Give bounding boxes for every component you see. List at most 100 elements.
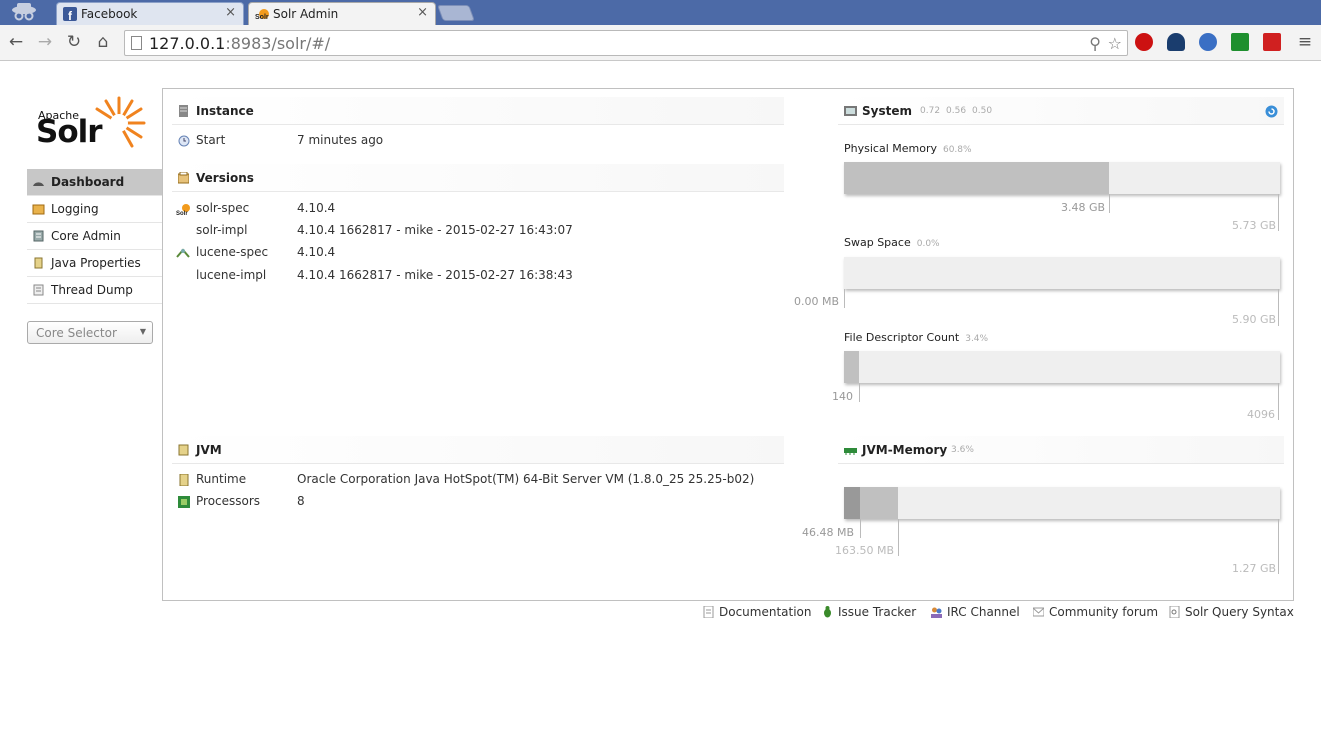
mail-icon	[1033, 607, 1044, 617]
lucene-icon	[176, 248, 190, 258]
file-descriptor-bar	[844, 351, 1280, 383]
core-selector-dropdown[interactable]: Core Selector ▼	[27, 321, 153, 344]
extension-14s-icon[interactable]	[1263, 33, 1281, 51]
file-descriptor-label: File Descriptor Count 3.4%	[844, 331, 989, 344]
system-load-5: 0.56	[946, 106, 967, 116]
processor-icon	[178, 496, 190, 508]
footer-link-solr-query-syntax[interactable]: Solr Query Syntax	[1169, 605, 1294, 619]
section-title: JVM-Memory	[862, 443, 948, 457]
new-tab-button[interactable]	[437, 5, 475, 21]
swap-space-tick	[844, 289, 845, 308]
physical-memory-bar-fill	[844, 162, 1109, 194]
version-label: lucene-spec	[196, 245, 269, 259]
sidebar-item-core-admin[interactable]: Core Admin	[27, 223, 162, 250]
globe-icon[interactable]	[1199, 33, 1217, 51]
version-label: solr-impl	[196, 223, 248, 237]
reload-icon[interactable]: ↻	[64, 32, 84, 52]
star-icon[interactable]: ☆	[1108, 34, 1122, 53]
file-descriptor-bar-fill	[844, 351, 859, 383]
tab-solr-admin[interactable]: Solr Solr Admin ×	[248, 2, 436, 26]
documentation-icon	[703, 606, 714, 618]
jvm-memory-used-fill	[844, 487, 860, 519]
solr-icon: Solr	[255, 9, 269, 21]
home-icon[interactable]: ⌂	[93, 32, 113, 52]
jvm-memory-percent: 3.6%	[951, 445, 974, 455]
jvm-memory-max-tick	[1278, 519, 1279, 574]
back-icon[interactable]: ←	[6, 32, 26, 52]
jvm-memory-section-header: JVM-Memory 3.6%	[838, 436, 1284, 464]
sidebar-item-thread-dump[interactable]: Thread Dump	[27, 277, 162, 304]
start-value: 7 minutes ago	[297, 133, 384, 147]
svg-text:Solr: Solr	[176, 211, 188, 215]
reload-icon[interactable]	[1265, 105, 1278, 118]
core-admin-icon	[33, 230, 44, 242]
versions-section-header: Versions	[172, 164, 784, 192]
svg-text:Solr: Solr	[255, 14, 269, 21]
sidebar-item-logging[interactable]: Logging	[27, 196, 162, 223]
forward-icon[interactable]: →	[35, 32, 55, 52]
jvm-memory-max: 1.27 GB	[1232, 562, 1277, 575]
swap-space-label: Swap Space 0.0%	[844, 236, 940, 249]
section-title: Versions	[196, 171, 254, 185]
facebook-icon: f	[63, 7, 77, 21]
system-load-15: 0.50	[972, 106, 993, 116]
version-label: solr-spec	[196, 201, 250, 215]
jvm-memory-committed: 163.50 MB	[835, 544, 895, 557]
system-section-header: System 0.72 0.56 0.50	[838, 97, 1284, 125]
file-descriptor-tick	[859, 383, 860, 402]
jvm-memory-bar	[844, 487, 1280, 519]
url-text: 127.0.0.1:8983/solr/#/	[149, 34, 331, 53]
swap-space-max-tick	[1278, 289, 1279, 326]
menu-icon[interactable]: ≡	[1295, 32, 1315, 52]
version-value: 4.10.4	[297, 245, 336, 259]
address-bar[interactable]: 127.0.0.1:8983/solr/#/ ⚲ ☆	[124, 30, 1128, 56]
solr-logo[interactable]: Apache Solr	[36, 96, 146, 152]
jvm-memory-used: 46.48 MB	[802, 526, 855, 539]
chevron-down-icon: ▼	[139, 327, 146, 336]
version-label: lucene-impl	[196, 268, 267, 282]
swap-space-bar	[844, 257, 1280, 289]
sidebar-item-dashboard[interactable]: Dashboard	[27, 169, 162, 196]
physical-memory-tick	[1109, 194, 1110, 213]
footer-link-irc-channel[interactable]: IRC Channel	[931, 605, 1020, 619]
logging-icon	[32, 204, 45, 215]
processors-value: 8	[297, 494, 305, 508]
close-tab-icon[interactable]: ×	[417, 5, 428, 20]
solr-sun-icon	[95, 96, 146, 148]
java-icon	[178, 444, 189, 456]
zoom-icon[interactable]: ⚲	[1089, 34, 1101, 53]
adblock-icon[interactable]	[1135, 33, 1153, 51]
query-syntax-icon	[1169, 606, 1180, 618]
footer-link-issue-tracker[interactable]: Issue Tracker	[822, 605, 916, 619]
file-descriptor-used: 140	[832, 390, 853, 403]
java-properties-icon	[34, 257, 43, 269]
physical-memory-label: Physical Memory 60.8%	[844, 142, 972, 155]
file-descriptor-max-tick	[1278, 383, 1279, 420]
close-tab-icon[interactable]: ×	[225, 5, 236, 20]
footer-link-documentation[interactable]: Documentation	[703, 605, 812, 619]
grammarly-icon[interactable]	[1231, 33, 1249, 51]
tab-title: Solr Admin	[273, 7, 339, 21]
versions-icon	[178, 172, 189, 184]
physical-memory-total: 5.73 GB	[1232, 219, 1277, 232]
section-title: JVM	[196, 443, 222, 457]
cloud-icon[interactable]	[1167, 33, 1185, 51]
version-value: 4.10.4 1662817 - mike - 2015-02-27 16:38…	[297, 268, 573, 282]
physical-memory-used: 3.48 GB	[1061, 201, 1106, 214]
browser-toolbar: ← → ↻ ⌂ 127.0.0.1:8983/solr/#/ ⚲ ☆ ≡	[0, 25, 1321, 61]
memory-icon	[844, 448, 857, 455]
sidebar-item-java-properties[interactable]: Java Properties	[27, 250, 162, 277]
physical-memory-max-tick	[1278, 194, 1279, 231]
version-value: 4.10.4	[297, 201, 336, 215]
dashboard-icon	[33, 182, 44, 186]
file-descriptor-total: 4096	[1247, 408, 1275, 421]
monitor-icon	[844, 106, 857, 116]
runtime-icon	[179, 474, 189, 486]
footer-link-community-forum[interactable]: Community forum	[1033, 605, 1158, 619]
jvm-memory-committed-tick	[898, 519, 899, 556]
clock-icon	[178, 135, 190, 147]
tab-title: Facebook	[81, 7, 138, 21]
file-descriptor-percent: 3.4%	[965, 334, 989, 344]
tab-facebook[interactable]: f Facebook ×	[56, 2, 244, 25]
irc-icon	[931, 607, 942, 618]
